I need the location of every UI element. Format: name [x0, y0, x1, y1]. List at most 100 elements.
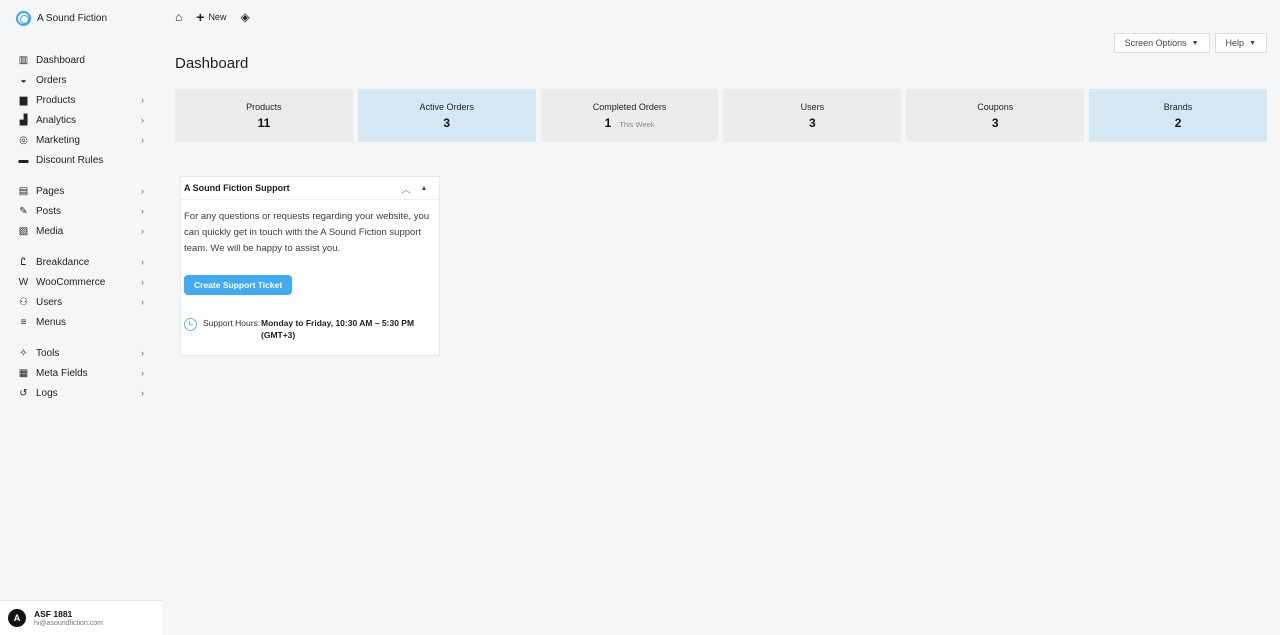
- dashboard-icon: ▥: [18, 54, 29, 66]
- stat-subtext: This Week: [619, 119, 655, 129]
- sidebar-item-marketing[interactable]: ◎ Marketing ›: [0, 130, 162, 150]
- tools-icon: ✧: [19, 347, 28, 359]
- stat-value-row: 3: [443, 116, 450, 130]
- stat-value-row: 3: [809, 116, 816, 130]
- sidebar-item-dashboard[interactable]: ▥ Dashboard: [0, 50, 162, 70]
- stat-value: 1: [604, 115, 612, 130]
- sidebar-item-woocommerce[interactable]: W WooCommerce ›: [0, 272, 162, 292]
- marketing-icon: ◎: [19, 134, 28, 146]
- caret-down-icon: ▼: [1249, 39, 1256, 47]
- avatar: A: [8, 609, 26, 627]
- user-name: ASF 1881: [34, 609, 73, 619]
- user-profile[interactable]: A ASF 1881 hi@asoundfiction.com: [0, 600, 162, 635]
- discount-icon: ▬: [18, 154, 29, 166]
- nav-separator: [0, 241, 162, 252]
- chevron-right-icon: ›: [141, 226, 144, 236]
- chevron-right-icon: ›: [141, 348, 144, 358]
- stat-label: Users: [800, 101, 825, 112]
- screen-options-button[interactable]: Screen Options ▼: [1113, 33, 1210, 53]
- sidebar-item-label: Pages: [36, 185, 65, 197]
- stat-value: 2: [1174, 115, 1182, 130]
- plus-icon: +: [196, 9, 205, 25]
- support-hours-label: Support Hours:: [203, 318, 261, 328]
- sidebar-item-posts[interactable]: ✎ Posts ›: [0, 201, 162, 221]
- new-button-label: New: [208, 12, 227, 22]
- sidebar: A Sound Fiction ▥ Dashboard ◒ Orders ▆ Produc…: [0, 0, 162, 635]
- media-icon: ▨: [18, 225, 29, 237]
- stats-row: Products 11 Active Orders 3 Completed Orders…: [175, 89, 1267, 142]
- sidebar-item-pages[interactable]: ▤ Pages ›: [0, 181, 162, 201]
- help-button[interactable]: Help ▼: [1214, 33, 1267, 53]
- brand-name: A Sound Fiction: [37, 13, 108, 24]
- screen-options-label: Screen Options: [1124, 38, 1187, 48]
- widget-title: A Sound Fiction Support: [184, 183, 290, 193]
- stat-value: 3: [443, 115, 451, 130]
- chevron-right-icon: ›: [141, 368, 144, 378]
- brand-logo-icon: [16, 11, 31, 26]
- nav-separator: [0, 332, 162, 343]
- chevron-up-icon[interactable]: ︿: [397, 181, 415, 196]
- sidebar-item-analytics[interactable]: ▟ Analytics ›: [0, 110, 162, 130]
- chevron-right-icon: ›: [141, 115, 144, 125]
- collapse-toggle-icon[interactable]: ▲: [415, 185, 433, 192]
- sidebar-item-tools[interactable]: ✧ Tools ›: [0, 343, 162, 363]
- products-icon: ▆: [19, 94, 28, 106]
- stat-label: Coupons: [977, 101, 1014, 112]
- sidebar-item-media[interactable]: ▨ Media ›: [0, 221, 162, 241]
- sidebar-item-orders[interactable]: ◒ Orders: [0, 70, 162, 90]
- sidebar-item-label: Discount Rules: [36, 154, 104, 166]
- stat-label: Active Orders: [419, 101, 474, 112]
- nav-separator: [0, 170, 162, 181]
- stat-value: 3: [809, 115, 816, 130]
- create-support-ticket-button[interactable]: Create Support Ticket: [184, 275, 293, 295]
- stat-value-row: 11: [258, 116, 271, 130]
- chevron-right-icon: ›: [141, 186, 144, 196]
- stat-value: 11: [257, 115, 271, 130]
- sidebar-item-label: Products: [36, 94, 76, 106]
- stat-card-products[interactable]: Products 11: [175, 89, 353, 142]
- brand[interactable]: A Sound Fiction: [16, 11, 107, 26]
- home-icon[interactable]: ⌂: [175, 10, 182, 24]
- breakdance-diamond-icon[interactable]: ◈: [240, 10, 249, 24]
- sidebar-item-products[interactable]: ▆ Products ›: [0, 90, 162, 110]
- stat-card-active-orders[interactable]: Active Orders 3: [357, 89, 536, 142]
- chevron-right-icon: ›: [141, 297, 144, 307]
- sidebar-item-meta-fields[interactable]: ▦ Meta Fields ›: [0, 363, 162, 383]
- woocommerce-icon: W: [18, 276, 29, 288]
- orders-icon: ◒: [20, 74, 27, 86]
- analytics-icon: ▟: [19, 114, 28, 126]
- sidebar-item-menus[interactable]: ≡ Menus: [0, 312, 162, 332]
- page-title: Dashboard: [175, 55, 249, 72]
- sidebar-nav: ▥ Dashboard ◒ Orders ▆ Products › ▟ Analytics › ◎ M…: [0, 50, 162, 403]
- stat-card-coupons[interactable]: Coupons 3: [906, 89, 1085, 142]
- stat-value: 3: [991, 115, 999, 130]
- support-widget: A Sound Fiction Support ︿ ▲ For any ques…: [180, 176, 440, 356]
- sidebar-item-label: Orders: [36, 74, 67, 86]
- sidebar-item-label: Meta Fields: [36, 367, 88, 379]
- sidebar-item-label: Dashboard: [36, 54, 85, 66]
- sidebar-item-discount-rules[interactable]: ▬ Discount Rules: [0, 150, 162, 170]
- sidebar-item-label: Users: [36, 296, 63, 308]
- sidebar-item-label: Menus: [36, 316, 67, 328]
- breakdance-icon: Ꮭ: [20, 256, 27, 268]
- sidebar-item-logs[interactable]: ↺ Logs ›: [0, 383, 162, 403]
- sidebar-item-label: Marketing: [36, 134, 80, 146]
- stat-label: Brands: [1163, 101, 1193, 112]
- posts-icon: ✎: [19, 205, 28, 217]
- stat-card-users[interactable]: Users 3: [723, 89, 902, 142]
- sidebar-item-label: Tools: [36, 347, 60, 359]
- stat-card-brands[interactable]: Brands 2: [1089, 89, 1267, 142]
- sidebar-item-users[interactable]: ⚇ Users ›: [0, 292, 162, 312]
- chevron-right-icon: ›: [141, 206, 144, 216]
- new-button[interactable]: + New: [196, 10, 226, 24]
- stat-label: Products: [246, 101, 282, 112]
- menus-icon: ≡: [20, 316, 27, 328]
- pages-icon: ▤: [18, 185, 29, 197]
- stat-card-completed-orders[interactable]: Completed Orders 1 This Week: [540, 89, 719, 142]
- sidebar-item-breakdance[interactable]: Ꮭ Breakdance ›: [0, 252, 162, 272]
- caret-down-icon: ▼: [1191, 39, 1199, 47]
- stat-value-row: 1 This Week: [605, 116, 655, 130]
- help-label: Help: [1225, 38, 1245, 48]
- stat-value-row: 3: [992, 116, 999, 130]
- widget-header[interactable]: A Sound Fiction Support ︿ ▲: [181, 177, 439, 200]
